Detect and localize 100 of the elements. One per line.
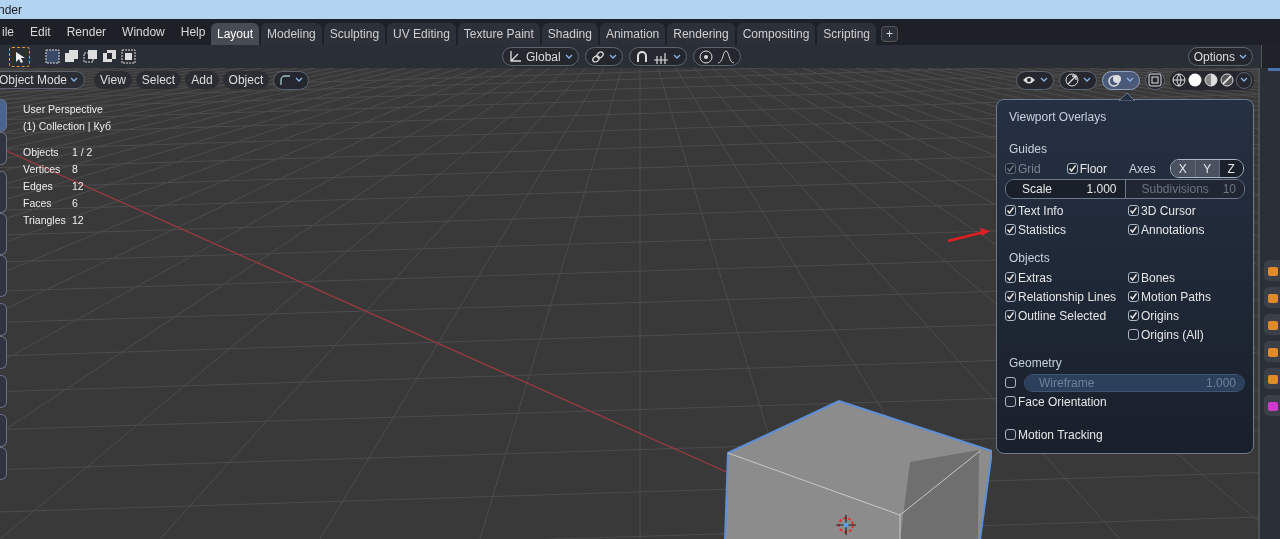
- chevron-icon: [564, 53, 573, 60]
- chevron-icon: [295, 77, 304, 83]
- tool-button[interactable]: [0, 255, 7, 297]
- selection-mode-icon[interactable]: [83, 49, 98, 64]
- properties-tab[interactable]: [1264, 395, 1280, 416]
- object-origin-icon: [834, 513, 858, 537]
- checkbox[interactable]: Motion Tracking: [1005, 427, 1103, 442]
- tool-button[interactable]: [0, 375, 7, 408]
- chevron-icon: [1239, 53, 1247, 60]
- tool-button[interactable]: [0, 213, 7, 255]
- curve-icon: [279, 74, 292, 86]
- axis-toggle[interactable]: Y: [1194, 160, 1219, 177]
- tool-button[interactable]: [0, 303, 7, 336]
- menu-item[interactable]: Help: [172, 25, 214, 39]
- stat-value: 6: [72, 196, 79, 211]
- workspace-tab[interactable]: Layout: [211, 23, 260, 45]
- overlay-circles-icon: [1108, 73, 1122, 87]
- stat-label: Vertices: [23, 162, 62, 177]
- checkbox[interactable]: 3D Cursor: [1128, 203, 1196, 218]
- workspace-tab[interactable]: Scripting: [817, 23, 877, 45]
- checkbox[interactable]: Motion Paths: [1128, 289, 1212, 304]
- menu-item[interactable]: Render: [58, 25, 115, 39]
- chevron-icon: [1126, 77, 1134, 83]
- checkmark-icon: [1067, 164, 1077, 173]
- pivot-dropdown[interactable]: [584, 47, 623, 66]
- mode-dropdown[interactable]: Object Mode: [0, 71, 86, 89]
- stat-label: Objects: [23, 145, 60, 160]
- checkbox[interactable]: Origins (All): [1128, 327, 1204, 342]
- checkmark-icon: [1129, 206, 1138, 215]
- properties-tab[interactable]: [1264, 287, 1280, 308]
- half-shaded-sphere-icon[interactable]: [1204, 73, 1218, 87]
- properties-tab[interactable]: [1264, 260, 1280, 281]
- header-menu[interactable]: Select: [135, 71, 182, 89]
- checkbox[interactable]: Statistics: [1005, 222, 1066, 237]
- stat-value: 8: [72, 162, 79, 177]
- checkmark-icon: [1129, 225, 1138, 234]
- magnet-icon: [634, 49, 649, 64]
- header-menu[interactable]: View: [94, 71, 132, 89]
- select-tool-button[interactable]: [9, 46, 30, 67]
- menu-item[interactable]: Window: [114, 25, 173, 39]
- checkbox[interactable]: Bones: [1128, 270, 1176, 285]
- workspace-tab[interactable]: Modeling: [261, 23, 322, 45]
- workspace-tab[interactable]: Animation: [599, 23, 666, 45]
- axis-toggle[interactable]: Z: [1218, 160, 1243, 177]
- workspace-tab[interactable]: Sculpting: [323, 23, 386, 45]
- axis-toggle[interactable]: X: [1170, 160, 1195, 177]
- properties-tab[interactable]: [1264, 368, 1280, 389]
- selection-mode-icon[interactable]: [102, 49, 117, 64]
- cursor-icon: [14, 50, 25, 63]
- workspace-tab[interactable]: Texture Paint: [457, 23, 540, 45]
- checkbox[interactable]: Text Info: [1005, 203, 1064, 218]
- tool-button[interactable]: [0, 447, 7, 480]
- workspace-tab[interactable]: Shading: [541, 23, 598, 45]
- wireframe-sphere-icon[interactable]: [1172, 73, 1186, 87]
- workspace-tab[interactable]: Compositing: [736, 23, 816, 45]
- checkbox[interactable]: Extras: [1005, 270, 1052, 285]
- property-icon: [1267, 264, 1279, 277]
- checkbox[interactable]: Annotations: [1128, 222, 1205, 237]
- options-dropdown[interactable]: Options: [1187, 47, 1253, 66]
- chevron-icon: [70, 77, 79, 83]
- property-icon: [1267, 372, 1279, 385]
- checkbox[interactable]: Origins: [1128, 308, 1179, 323]
- workspace-tab[interactable]: Rendering: [667, 23, 735, 45]
- stat-value: 12: [72, 213, 85, 228]
- axes-icon: [508, 49, 522, 64]
- property-icon: [1267, 399, 1279, 412]
- menu-item[interactable]: ile: [0, 25, 22, 39]
- checkbox[interactable]: Floor: [1066, 161, 1107, 176]
- chevron-icon: [672, 53, 681, 60]
- axes-label: Axes: [1129, 161, 1156, 176]
- checkbox[interactable]: Face Orientation: [1005, 394, 1107, 409]
- selection-mode-icon[interactable]: [121, 49, 136, 64]
- properties-tab[interactable]: [1264, 314, 1280, 335]
- checkbox[interactable]: Relationship Lines: [1005, 289, 1117, 304]
- shading-dropdown[interactable]: [1236, 71, 1252, 89]
- section-heading: Objects: [1009, 251, 1051, 265]
- header-menu[interactable]: Object: [222, 71, 270, 89]
- tool-button[interactable]: [0, 171, 7, 213]
- chevron-icon: [1240, 77, 1248, 83]
- chevron-icon: [608, 53, 617, 60]
- properties-tab[interactable]: [1264, 341, 1280, 362]
- workspace-tab[interactable]: UV Editing: [387, 23, 456, 45]
- checkmark-icon: [1006, 311, 1015, 320]
- tool-button[interactable]: [0, 414, 7, 447]
- menu-item[interactable]: Edit: [22, 25, 59, 39]
- snap-dropdown[interactable]: [628, 47, 687, 66]
- selection-mode-icon[interactable]: [64, 49, 79, 64]
- stat-value: 1 / 2: [72, 145, 94, 160]
- add-workspace-button[interactable]: +: [881, 26, 899, 42]
- selection-mode-icon[interactable]: [45, 49, 60, 64]
- checkmark-icon: [1129, 273, 1138, 282]
- orientation-dropdown[interactable]: Global: [502, 47, 579, 66]
- header-menu[interactable]: Add: [185, 71, 219, 89]
- checkbox[interactable]: Outline Selected: [1005, 308, 1107, 323]
- checkbox[interactable]: [1005, 377, 1016, 388]
- proportional-edit-button[interactable]: [692, 47, 741, 66]
- tool-button[interactable]: [0, 132, 7, 165]
- shaded-sphere-icon[interactable]: [1220, 73, 1234, 87]
- tool-button[interactable]: [0, 336, 7, 369]
- solid-sphere-icon[interactable]: [1188, 73, 1202, 87]
